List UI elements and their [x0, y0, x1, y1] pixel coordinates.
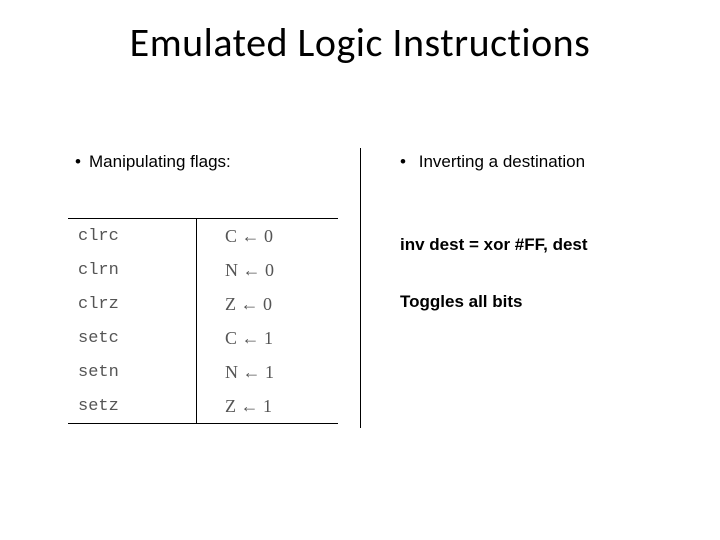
table-row: clrn N ← 0	[68, 253, 338, 287]
page-title: Emulated Logic Instructions	[0, 18, 720, 67]
bullet-icon: •	[400, 152, 414, 172]
mnemonic: clrn	[68, 261, 196, 280]
table-row: setn N ← 1	[68, 355, 338, 389]
bullet-icon: •	[75, 152, 89, 172]
effect: Z ← 1	[197, 396, 338, 417]
note-text: Toggles all bits	[400, 292, 522, 312]
effect: Z ← 0	[197, 294, 338, 315]
left-heading-text: Manipulating flags:	[89, 152, 231, 171]
column-divider	[360, 148, 361, 428]
left-heading: •Manipulating flags:	[75, 152, 231, 172]
equation-text: inv dest = xor #FF, dest	[400, 235, 588, 255]
effect: N ← 1	[197, 362, 338, 383]
table-row: setz Z ← 1	[68, 389, 338, 423]
table-row: clrz Z ← 0	[68, 287, 338, 321]
effect: N ← 0	[197, 260, 338, 281]
mnemonic: setz	[68, 397, 196, 416]
table-rule	[68, 423, 338, 424]
mnemonic: setn	[68, 363, 196, 382]
flag-instruction-table: clrc C ← 0 clrn N ← 0 clrz Z ← 0 setc C …	[68, 218, 338, 424]
mnemonic: clrz	[68, 295, 196, 314]
right-heading: • Inverting a destination	[400, 152, 585, 172]
table-row: clrc C ← 0	[68, 219, 338, 253]
effect: C ← 1	[197, 328, 338, 349]
mnemonic: clrc	[68, 227, 196, 246]
right-heading-text: Inverting a destination	[419, 152, 585, 171]
table-row: setc C ← 1	[68, 321, 338, 355]
mnemonic: setc	[68, 329, 196, 348]
effect: C ← 0	[197, 226, 338, 247]
